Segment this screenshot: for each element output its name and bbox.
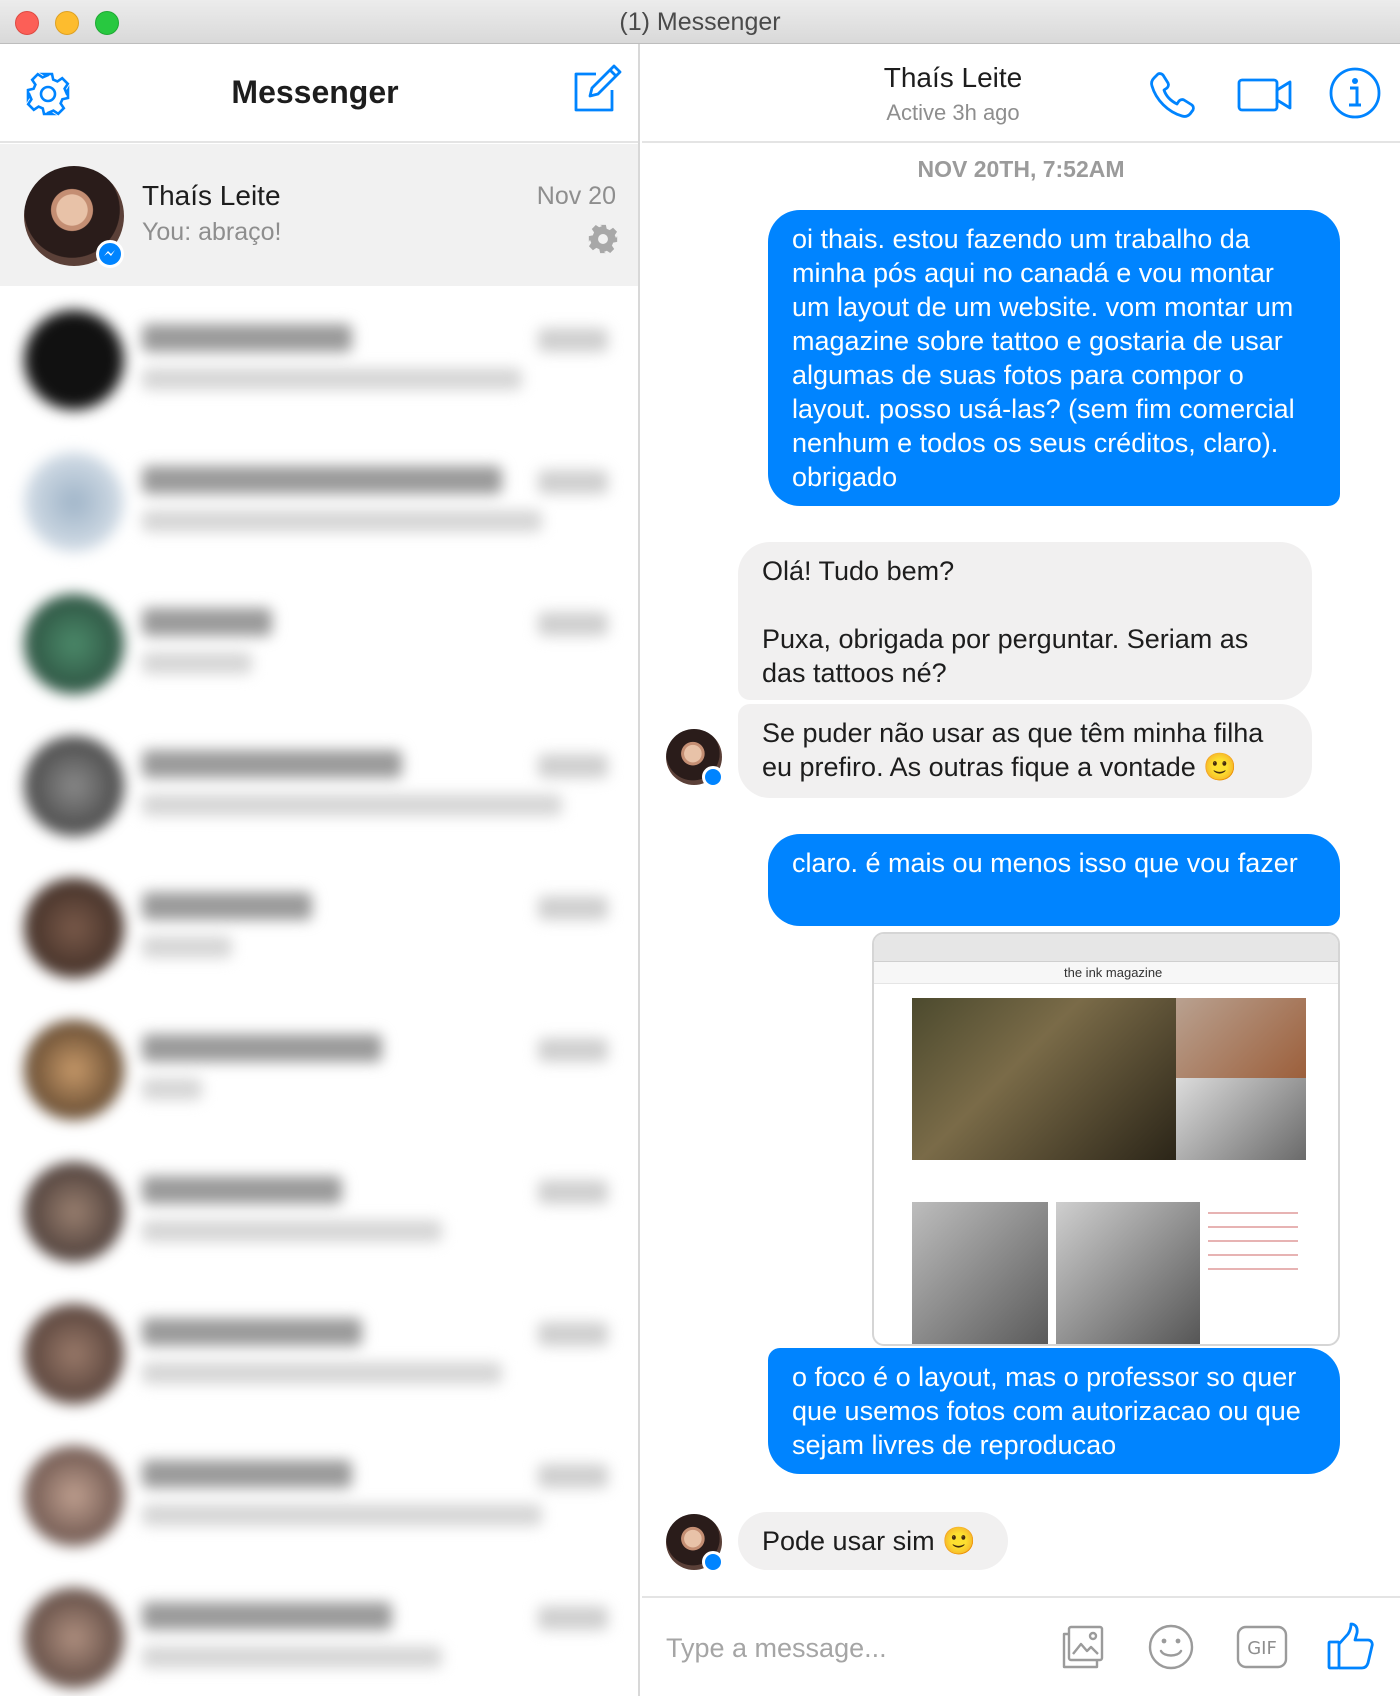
screenshot-side-photo [1176, 1078, 1306, 1160]
conversation-item-blurred[interactable] [0, 1282, 630, 1424]
conversation-sidebar: Messenger Thaís Leite You: abraço! Nov 2… [0, 44, 640, 1696]
conversation-item-blurred[interactable] [0, 1424, 630, 1566]
conversation-item-blurred[interactable] [0, 1566, 630, 1696]
window-titlebar: (1) Messenger [0, 0, 1400, 44]
compose-icon[interactable] [570, 64, 622, 116]
message-outgoing: oi thais. estou fazendo um trabalho da m… [768, 210, 1340, 506]
message-composer: GIF [642, 1596, 1400, 1696]
gif-label: GIF [1247, 1638, 1277, 1659]
contact-status: Active 3h ago [886, 100, 1020, 125]
contact-name[interactable]: Thaís Leite [840, 62, 1066, 94]
gif-icon[interactable]: GIF [1236, 1624, 1288, 1670]
date-separator: NOV 20TH, 7:52AM [917, 156, 1125, 182]
gear-icon[interactable] [586, 222, 620, 256]
conversation-item-blurred[interactable] [0, 714, 630, 856]
message-input[interactable] [666, 1626, 1006, 1670]
screenshot-link-list [1208, 1200, 1298, 1270]
message-incoming: Olá! Tudo bem? Puxa, obrigada por pergun… [738, 542, 1312, 700]
conversation-date: Nov 20 [536, 182, 616, 210]
message-outgoing: claro. é mais ou menos isso que vou faze… [768, 834, 1340, 926]
photo-icon[interactable] [1060, 1624, 1106, 1670]
message-outgoing: o foco é o layout, mas o professor so qu… [768, 1348, 1340, 1474]
messenger-badge-icon [96, 240, 124, 268]
screenshot-hero-photo [912, 998, 1176, 1160]
video-camera-icon[interactable] [1236, 72, 1294, 118]
chat-header: Thaís Leite Active 3h ago [642, 44, 1400, 143]
screenshot-thumbnail [912, 1202, 1048, 1344]
messenger-badge-icon [702, 1551, 724, 1573]
conversation-item-blurred[interactable] [0, 572, 630, 714]
messenger-badge-icon [702, 766, 724, 788]
conversation-item-blurred[interactable] [0, 430, 630, 572]
window-title: (1) Messenger [619, 8, 781, 36]
screenshot-brand: the ink magazine [1064, 965, 1163, 980]
conversation-name: Thaís Leite [142, 180, 281, 211]
conversation-preview: You: abraço! [142, 218, 282, 246]
message-incoming: Se puder não usar as que têm minha filha… [738, 704, 1312, 798]
screenshot-browser-bar [874, 934, 1338, 962]
phone-icon[interactable] [1146, 68, 1200, 122]
conversation-item-blurred[interactable] [0, 1140, 630, 1282]
sidebar-header: Messenger [0, 44, 638, 143]
info-icon[interactable] [1328, 66, 1382, 120]
conversation-item-active[interactable]: Thaís Leite You: abraço! Nov 20 [0, 144, 638, 286]
emoji-icon[interactable] [1146, 1622, 1196, 1672]
screenshot-side-photo [1176, 998, 1306, 1078]
conversation-item-blurred[interactable] [0, 998, 630, 1140]
sidebar-title: Messenger [231, 74, 399, 110]
message-incoming: Pode usar sim 🙂 [738, 1512, 1008, 1570]
conversation-item-blurred[interactable] [0, 856, 630, 998]
shared-image[interactable]: the ink magazine [872, 932, 1340, 1346]
screenshot-thumbnail [1056, 1202, 1200, 1344]
thumbs-up-icon[interactable] [1326, 1620, 1376, 1672]
conversation-item-blurred[interactable] [0, 288, 630, 430]
chat-pane: Thaís Leite Active 3h ago NOV 20TH, 7:52… [642, 44, 1400, 1696]
